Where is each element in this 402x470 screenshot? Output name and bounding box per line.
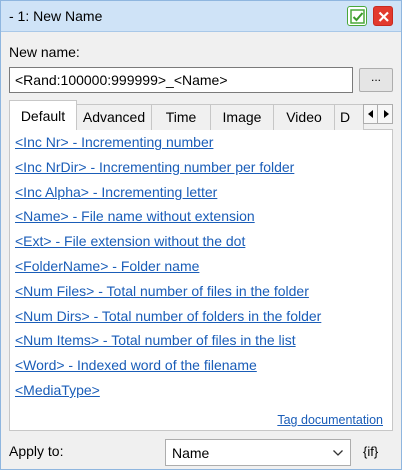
tab-image[interactable]: Image	[210, 104, 274, 130]
apply-to-select[interactable]: Name	[165, 439, 351, 466]
close-button[interactable]	[373, 6, 393, 26]
tag-link-num-items[interactable]: <Num Items> - Total number of files in t…	[15, 332, 385, 357]
tab-d[interactable]: D	[334, 104, 364, 130]
apply-to-label: Apply to:	[9, 443, 64, 459]
tag-link-mediatype[interactable]: <MediaType>	[15, 382, 385, 407]
tab-scroll-control	[363, 104, 393, 124]
tab-scroll-left-button[interactable]	[364, 105, 378, 123]
new-name-label: New name:	[9, 44, 80, 60]
tag-link-num-files[interactable]: <Num Files> - Total number of files in t…	[15, 283, 385, 308]
window-title: - 1: New Name	[9, 8, 103, 24]
tab-scroll-right-button[interactable]	[379, 105, 393, 123]
tag-link-word[interactable]: <Word> - Indexed word of the filename	[15, 357, 385, 382]
tab-time[interactable]: Time	[151, 104, 211, 130]
tag-link-inc-nrdir[interactable]: <Inc NrDir> - Incrementing number per fo…	[15, 159, 385, 184]
checkmark-icon	[350, 9, 365, 24]
tab-default[interactable]: Default	[9, 100, 77, 130]
tag-link-ext[interactable]: <Ext> - File extension without the dot	[15, 233, 385, 258]
confirm-button[interactable]	[347, 6, 367, 26]
title-bar: - 1: New Name	[1, 1, 401, 32]
arrow-left-icon	[368, 110, 373, 118]
dialog-window: - 1: New Name New name: ... Default Adva…	[0, 0, 402, 470]
tab-video[interactable]: Video	[273, 104, 335, 130]
tab-advanced[interactable]: Advanced	[76, 104, 152, 130]
new-name-input[interactable]	[9, 67, 353, 93]
tag-link-inc-nr[interactable]: <Inc Nr> - Incrementing number	[15, 134, 385, 159]
tag-link-inc-alpha[interactable]: <Inc Alpha> - Incrementing letter	[15, 184, 385, 209]
tag-link-name[interactable]: <Name> - File name without extension	[15, 208, 385, 233]
tab-strip: Default Advanced Time Image Video D	[9, 100, 393, 130]
arrow-right-icon	[384, 110, 389, 118]
tag-list: <Inc Nr> - Incrementing number <Inc NrDi…	[15, 134, 385, 407]
tag-documentation-link[interactable]: Tag documentation	[277, 413, 383, 427]
close-icon	[378, 11, 389, 22]
browse-button[interactable]: ...	[359, 68, 393, 92]
tag-link-num-dirs[interactable]: <Num Dirs> - Total number of folders in …	[15, 308, 385, 333]
apply-to-value: Name	[172, 445, 210, 461]
if-condition-button[interactable]: {if}	[363, 444, 378, 459]
tag-link-foldername[interactable]: <FolderName> - Folder name	[15, 258, 385, 283]
chevron-down-icon	[333, 450, 343, 456]
